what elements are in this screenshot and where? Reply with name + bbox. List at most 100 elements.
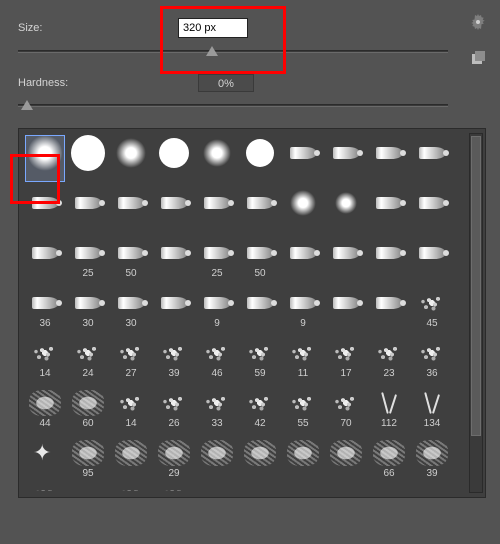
brush-preset[interactable]	[283, 185, 323, 232]
brush-preset[interactable]	[240, 185, 280, 232]
brush-size-label: 14	[125, 418, 136, 429]
brush-preset[interactable]	[197, 435, 237, 482]
brush-preset[interactable]: 33	[197, 385, 237, 432]
brush-preset[interactable]: 24	[68, 335, 108, 382]
brush-size-label: 9	[214, 318, 220, 329]
brush-preset[interactable]: 14	[111, 385, 151, 432]
brush-size-label: 70	[340, 418, 351, 429]
brush-preset[interactable]	[326, 285, 366, 332]
hardness-slider[interactable]	[18, 98, 448, 114]
brush-preset[interactable]	[154, 235, 194, 282]
brush-preset[interactable]	[154, 185, 194, 232]
brush-preset[interactable]	[369, 185, 409, 232]
hardness-label: Hardness:	[18, 77, 178, 89]
brush-preset[interactable]	[240, 285, 280, 332]
brush-preset[interactable]	[283, 235, 323, 282]
new-preset-icon[interactable]	[470, 50, 486, 66]
brush-preset[interactable]: 36	[412, 335, 452, 382]
brush-size-label: 17	[340, 368, 351, 379]
brush-preset[interactable]	[326, 435, 366, 482]
brush-preset[interactable]: 100	[240, 485, 280, 491]
brush-preset[interactable]: 66	[369, 435, 409, 482]
brush-preset[interactable]	[412, 185, 452, 232]
brush-preset[interactable]	[154, 135, 194, 182]
brush-preset[interactable]: 46	[197, 335, 237, 382]
brush-size-label: 27	[125, 368, 136, 379]
brush-settings-panel: Size: Hardness: 0% 255025503630309945142…	[0, 0, 500, 508]
brush-preset[interactable]	[283, 135, 323, 182]
brush-preset[interactable]: 48	[111, 485, 151, 491]
size-slider[interactable]	[18, 44, 448, 60]
brush-size-label: 39	[168, 368, 179, 379]
brush-preset[interactable]	[369, 135, 409, 182]
brush-scrollbar[interactable]	[469, 133, 483, 493]
brush-size-label: 23	[383, 368, 394, 379]
brush-preset[interactable]: 42	[240, 385, 280, 432]
brush-preset[interactable]: 36	[25, 285, 65, 332]
brush-size-label: 9	[300, 318, 306, 329]
brush-preset[interactable]: 112	[369, 385, 409, 432]
brush-size-label: 95	[82, 468, 93, 479]
brush-preset[interactable]	[197, 135, 237, 182]
brush-preset[interactable]: 50	[111, 235, 151, 282]
brush-preset[interactable]: 60	[68, 385, 108, 432]
brush-preset[interactable]: 39	[154, 335, 194, 382]
brush-preset[interactable]: 9	[197, 285, 237, 332]
brush-preset[interactable]	[111, 435, 151, 482]
brush-preset[interactable]: 55	[283, 385, 323, 432]
brush-preset[interactable]	[240, 135, 280, 182]
brush-preset[interactable]	[412, 235, 452, 282]
brush-preset[interactable]: 14	[25, 335, 65, 382]
brush-preset[interactable]: 39	[412, 435, 452, 482]
brush-preset[interactable]: 9	[283, 285, 323, 332]
brush-preset[interactable]	[326, 235, 366, 282]
brush-preset[interactable]: 23	[369, 335, 409, 382]
brush-preset[interactable]: 11	[283, 335, 323, 382]
brush-preset[interactable]	[197, 185, 237, 232]
brush-preset[interactable]	[68, 135, 108, 182]
size-label: Size:	[18, 22, 178, 34]
brush-preset[interactable]: 25	[197, 235, 237, 282]
size-input[interactable]	[178, 18, 248, 38]
brush-preset[interactable]	[283, 435, 323, 482]
brush-preset[interactable]: 25	[68, 235, 108, 282]
brush-preset[interactable]: ✦	[25, 435, 65, 482]
brush-preset[interactable]: 11	[68, 485, 108, 491]
brush-preset[interactable]	[326, 185, 366, 232]
brush-preset[interactable]: 29	[154, 435, 194, 482]
brush-preset[interactable]: 95	[68, 435, 108, 482]
brush-preset[interactable]: 63	[25, 485, 65, 491]
brush-preset[interactable]	[369, 235, 409, 282]
brush-preset[interactable]: 26	[154, 385, 194, 432]
brush-size-label: 50	[254, 268, 265, 279]
brush-preset[interactable]	[240, 435, 280, 482]
brush-preset[interactable]: 27	[111, 335, 151, 382]
brush-preset[interactable]	[369, 285, 409, 332]
brush-preset[interactable]	[25, 235, 65, 282]
brush-preset[interactable]: 32	[154, 485, 194, 491]
brush-preset[interactable]: 45	[412, 285, 452, 332]
hardness-readout[interactable]: 0%	[198, 74, 254, 92]
brush-preset[interactable]	[412, 135, 452, 182]
brush-preset[interactable]: 50	[240, 235, 280, 282]
brush-preset[interactable]: 44	[25, 385, 65, 432]
brush-size-label: 59	[254, 368, 265, 379]
brush-size-label: 45	[426, 318, 437, 329]
brush-preset[interactable]: 30	[111, 285, 151, 332]
brush-preset[interactable]	[111, 185, 151, 232]
brush-preset[interactable]: 30	[68, 285, 108, 332]
brush-size-label: 55	[297, 418, 308, 429]
brush-preset[interactable]	[326, 135, 366, 182]
brush-preset[interactable]	[154, 285, 194, 332]
gear-icon[interactable]	[470, 14, 486, 30]
brush-preset[interactable]	[25, 135, 65, 182]
brush-preset[interactable]: 55	[197, 485, 237, 491]
brush-preset[interactable]	[111, 135, 151, 182]
brush-size-label: 11	[298, 368, 308, 379]
brush-preset[interactable]: 134	[412, 385, 452, 432]
brush-preset[interactable]: 59	[240, 335, 280, 382]
brush-preset[interactable]: 17	[326, 335, 366, 382]
brush-preset[interactable]	[68, 185, 108, 232]
brush-preset[interactable]	[25, 185, 65, 232]
brush-preset[interactable]: 70	[326, 385, 366, 432]
